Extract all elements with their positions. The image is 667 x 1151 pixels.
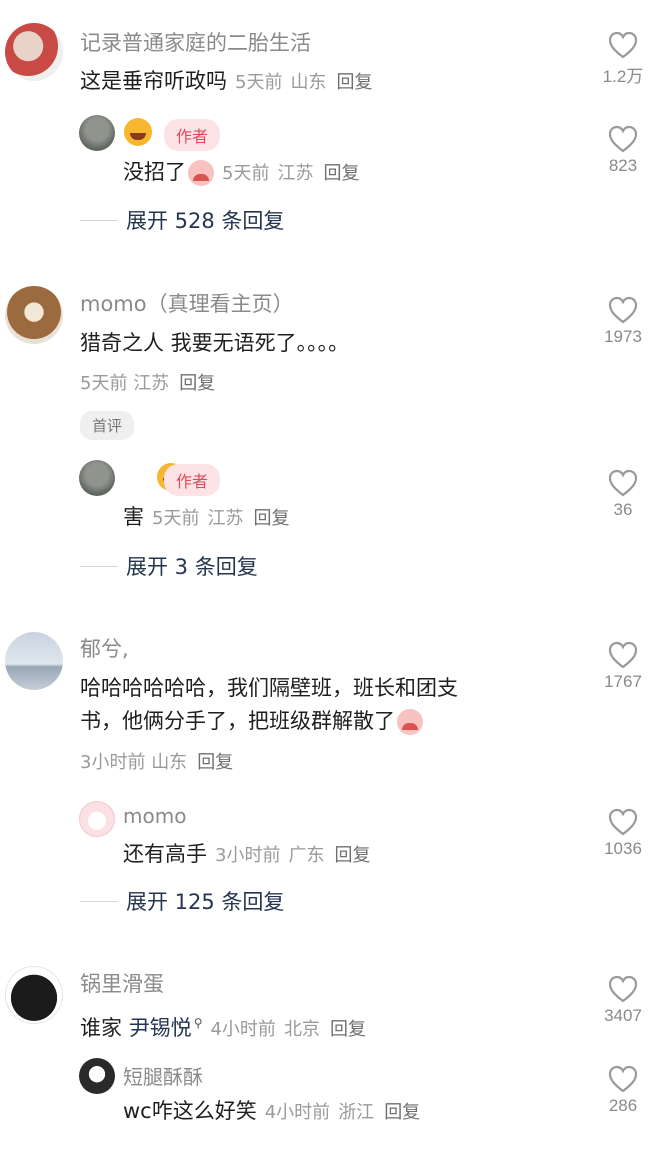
reply-body: 还有高手 bbox=[123, 842, 207, 866]
crying-emoji-icon bbox=[188, 160, 214, 186]
reply-text: 还有高手 3小时前 广东 回复 bbox=[123, 837, 370, 873]
comment-body: 这是垂帘听政吗 bbox=[80, 69, 227, 93]
comment-location: 山东 bbox=[290, 72, 327, 93]
reply-button[interactable]: 回复 bbox=[384, 1102, 420, 1123]
like-count: 36 bbox=[613, 500, 633, 519]
like-count: 3407 bbox=[604, 1006, 642, 1025]
heart-outline-icon bbox=[608, 296, 638, 324]
comment-username[interactable]: 锅里滑蛋 bbox=[80, 968, 164, 998]
comment-text: 这是垂帘听政吗 5天前 山东 回复 bbox=[80, 64, 372, 100]
reply-button[interactable]: 回复 bbox=[253, 508, 289, 529]
reply-body: wc咋这么好笑 bbox=[123, 1099, 257, 1123]
avatar[interactable] bbox=[5, 23, 63, 81]
like-button[interactable]: 1036 bbox=[593, 807, 653, 859]
like-button[interactable]: 3407 bbox=[593, 974, 653, 1026]
comment-location: 江苏 bbox=[133, 373, 170, 394]
mention-link[interactable]: 尹锡悦 bbox=[129, 1016, 192, 1040]
reply-username[interactable]: momo bbox=[123, 804, 186, 828]
divider-line bbox=[80, 900, 118, 902]
reply-location: 广东 bbox=[288, 845, 325, 866]
rofl-emoji-icon bbox=[124, 118, 152, 146]
reply-body: 没招了 bbox=[123, 160, 186, 184]
comment-text-line-2: 书，他俩分手了，把班级群解散了 bbox=[80, 704, 423, 738]
reply-location: 浙江 bbox=[338, 1102, 375, 1123]
like-count: 1973 bbox=[604, 327, 642, 346]
expand-replies-button[interactable]: 展开 125 条回复 bbox=[80, 886, 284, 916]
avatar[interactable] bbox=[5, 966, 63, 1024]
heart-outline-icon bbox=[608, 125, 638, 153]
reply-location: 江苏 bbox=[207, 508, 244, 529]
reply-location: 江苏 bbox=[277, 163, 314, 184]
reply-button[interactable]: 回复 bbox=[336, 72, 372, 93]
comment-time: 5天前 bbox=[235, 72, 283, 93]
like-count: 1036 bbox=[604, 839, 642, 858]
like-count: 1767 bbox=[604, 672, 642, 691]
first-comment-tag: 首评 bbox=[80, 411, 135, 440]
comment-location: 山东 bbox=[151, 752, 188, 773]
like-count: 1.2万 bbox=[602, 67, 644, 86]
reply-time: 5天前 bbox=[152, 508, 200, 529]
reply-button[interactable]: 回复 bbox=[179, 373, 215, 394]
reply-text: wc咋这么好笑 4小时前 浙江 回复 bbox=[123, 1094, 420, 1130]
heart-outline-icon bbox=[608, 641, 638, 669]
like-button[interactable]: 36 bbox=[593, 468, 653, 520]
expand-label: 展开 125 条回复 bbox=[126, 890, 285, 914]
expand-replies-button[interactable]: 展开 3 条回复 bbox=[80, 551, 258, 581]
comment-meta: 5天前 江苏 回复 bbox=[80, 369, 215, 395]
like-button[interactable]: 1.2万 bbox=[593, 30, 653, 87]
heart-outline-icon bbox=[608, 31, 638, 59]
like-count: 823 bbox=[608, 156, 638, 175]
comment-username[interactable]: momo（真理看主页） bbox=[80, 288, 294, 318]
heart-outline-icon bbox=[608, 1065, 638, 1093]
comment-time: 3小时前 bbox=[80, 752, 146, 773]
author-badge: 作者 bbox=[164, 119, 221, 151]
author-badge: 作者 bbox=[164, 464, 221, 496]
comment-time: 4小时前 bbox=[210, 1019, 276, 1040]
search-icon[interactable]: ⚲ bbox=[194, 1016, 203, 1030]
heart-outline-icon bbox=[608, 469, 638, 497]
reply-body: 害 bbox=[123, 505, 144, 529]
reply-text: 害 5天前 江苏 回复 bbox=[123, 500, 289, 536]
reply-time: 3小时前 bbox=[215, 845, 281, 866]
expand-label: 展开 528 条回复 bbox=[126, 209, 285, 233]
like-button[interactable]: 1767 bbox=[593, 640, 653, 692]
comment-username[interactable]: 郁兮, bbox=[80, 633, 129, 663]
heart-outline-icon bbox=[608, 975, 638, 1003]
reply-button[interactable]: 回复 bbox=[323, 163, 359, 184]
avatar[interactable] bbox=[5, 286, 63, 344]
reply-username[interactable]: 短腿酥酥 bbox=[123, 1061, 203, 1090]
reply-text: 没招了 5天前 江苏 回复 bbox=[123, 155, 359, 191]
like-button[interactable]: 1973 bbox=[593, 295, 653, 347]
author-avatar[interactable] bbox=[79, 460, 115, 496]
comment-text: 猎奇之人 我要无语死了。。。。 bbox=[80, 331, 350, 355]
divider-line bbox=[80, 219, 118, 221]
reply-time: 4小时前 bbox=[264, 1102, 331, 1123]
comment-body: 谁家 bbox=[80, 1016, 129, 1040]
comment-text-line-1: 哈哈哈哈哈哈，我们隔壁班，班长和团支 bbox=[80, 676, 458, 700]
reply-button[interactable]: 回复 bbox=[330, 1019, 366, 1040]
like-button[interactable]: 286 bbox=[593, 1064, 653, 1116]
like-count: 286 bbox=[608, 1096, 638, 1115]
comment-time: 5天前 bbox=[80, 373, 128, 394]
like-button[interactable]: 823 bbox=[593, 124, 653, 176]
crying-emoji-icon bbox=[397, 709, 423, 735]
comment-username[interactable]: 记录普通家庭的二胎生活 bbox=[80, 27, 311, 57]
expand-replies-button[interactable]: 展开 528 条回复 bbox=[80, 205, 284, 235]
reply-button[interactable]: 回复 bbox=[334, 845, 370, 866]
reply-avatar[interactable] bbox=[79, 1058, 115, 1094]
comment-text: 谁家 尹锡悦 ⚲ 4小时前 北京 回复 bbox=[80, 1006, 366, 1047]
reply-avatar[interactable] bbox=[79, 801, 115, 837]
comment-body: 书，他俩分手了，把班级群解散了 bbox=[80, 709, 395, 733]
heart-outline-icon bbox=[608, 808, 638, 836]
reply-time: 5天前 bbox=[222, 163, 270, 184]
comment-location: 北京 bbox=[283, 1019, 320, 1040]
author-avatar[interactable] bbox=[79, 115, 115, 151]
comment-meta: 3小时前 山东 回复 bbox=[80, 748, 233, 774]
reply-button[interactable]: 回复 bbox=[197, 752, 233, 773]
expand-label: 展开 3 条回复 bbox=[126, 555, 258, 579]
divider-line bbox=[80, 565, 118, 567]
avatar[interactable] bbox=[5, 632, 63, 690]
